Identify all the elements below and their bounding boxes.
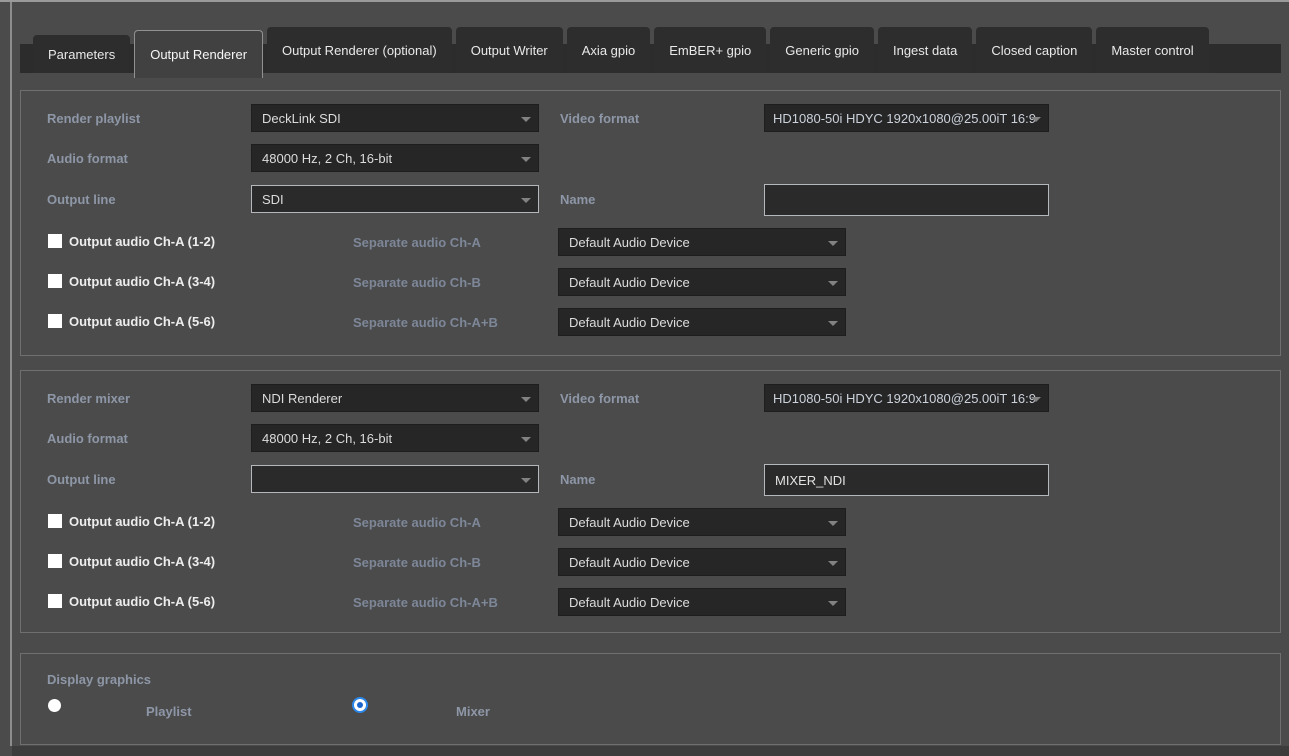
output-line-label: Output line bbox=[47, 192, 116, 207]
tab-generic-gpio[interactable]: Generic gpio bbox=[770, 27, 874, 73]
video-format-label: Video format bbox=[560, 111, 639, 126]
output-audio-ch-a-1-2-checkbox[interactable] bbox=[48, 514, 62, 528]
tab-master-control[interactable]: Master control bbox=[1096, 27, 1208, 73]
name-label: Name bbox=[560, 192, 595, 207]
separate-audio-ch-a-dropdown[interactable]: Default Audio Device bbox=[558, 508, 846, 536]
video-format-value: HD1080-50i HDYC 1920x1080@25.00iT 16:9 bbox=[773, 391, 1036, 406]
output-audio-ch-a-5-6-checkbox[interactable] bbox=[48, 594, 62, 608]
window-left-border bbox=[10, 2, 12, 746]
dropdown-arrow-icon bbox=[521, 397, 531, 402]
output-line-label: Output line bbox=[47, 472, 116, 487]
dropdown-arrow-icon bbox=[828, 321, 838, 326]
separate-audio-ch-a-b-dropdown[interactable]: Default Audio Device bbox=[558, 588, 846, 616]
mixer-radio-label: Mixer bbox=[456, 704, 490, 719]
video-format-value: HD1080-50i HDYC 1920x1080@25.00iT 16:9 bbox=[773, 111, 1036, 126]
render-playlist-value: DeckLink SDI bbox=[262, 111, 341, 126]
render-mixer-label: Render mixer bbox=[47, 391, 130, 406]
render-playlist-label: Render playlist bbox=[47, 111, 140, 126]
separate-audio-ch-a-label: Separate audio Ch-A bbox=[353, 235, 481, 250]
window-top-border bbox=[0, 0, 1289, 2]
dropdown-arrow-icon bbox=[521, 198, 531, 203]
dropdown-arrow-icon bbox=[828, 561, 838, 566]
tab-output-writer[interactable]: Output Writer bbox=[456, 27, 563, 73]
separate-audio-ch-a-value: Default Audio Device bbox=[569, 235, 690, 250]
audio-format-value: 48000 Hz, 2 Ch, 16-bit bbox=[262, 431, 392, 446]
window-bottom-strip bbox=[12, 746, 1289, 756]
output-audio-ch-a-1-2-label: Output audio Ch-A (1-2) bbox=[69, 234, 215, 249]
name-input[interactable] bbox=[764, 464, 1049, 496]
output-audio-ch-a-1-2-label: Output audio Ch-A (1-2) bbox=[69, 514, 215, 529]
separate-audio-ch-a-dropdown[interactable]: Default Audio Device bbox=[558, 228, 846, 256]
audio-format-label: Audio format bbox=[47, 431, 128, 446]
output-audio-ch-a-3-4-checkbox[interactable] bbox=[48, 274, 62, 288]
render-playlist-dropdown[interactable]: DeckLink SDI bbox=[251, 104, 539, 132]
render-mixer-value: NDI Renderer bbox=[262, 391, 342, 406]
output-audio-ch-a-5-6-checkbox[interactable] bbox=[48, 314, 62, 328]
name-input[interactable] bbox=[764, 184, 1049, 216]
dropdown-arrow-icon bbox=[521, 117, 531, 122]
output-audio-ch-a-3-4-label: Output audio Ch-A (3-4) bbox=[69, 554, 215, 569]
separate-audio-ch-b-dropdown[interactable]: Default Audio Device bbox=[558, 548, 846, 576]
display-graphics-panel: Display graphics Playlist Mixer bbox=[20, 653, 1281, 745]
separate-audio-ch-b-label: Separate audio Ch-B bbox=[353, 275, 481, 290]
separate-audio-ch-a-b-label: Separate audio Ch-A+B bbox=[353, 595, 498, 610]
dropdown-arrow-icon bbox=[828, 281, 838, 286]
dropdown-arrow-icon bbox=[521, 478, 531, 483]
dropdown-arrow-icon bbox=[828, 601, 838, 606]
tab-bar: Parameters Output Renderer Output Render… bbox=[33, 27, 1213, 78]
display-graphics-label: Display graphics bbox=[47, 672, 151, 687]
tab-output-renderer[interactable]: Output Renderer bbox=[134, 30, 263, 78]
separate-audio-ch-a-value: Default Audio Device bbox=[569, 515, 690, 530]
video-format-label: Video format bbox=[560, 391, 639, 406]
tab-parameters[interactable]: Parameters bbox=[33, 35, 130, 73]
tab-closed-caption[interactable]: Closed caption bbox=[976, 27, 1092, 73]
output-audio-ch-a-5-6-label: Output audio Ch-A (5-6) bbox=[69, 594, 215, 609]
output-audio-ch-a-3-4-checkbox[interactable] bbox=[48, 554, 62, 568]
audio-format-label: Audio format bbox=[47, 151, 128, 166]
separate-audio-ch-a-b-value: Default Audio Device bbox=[569, 595, 690, 610]
dropdown-arrow-icon bbox=[828, 241, 838, 246]
output-audio-ch-a-5-6-label: Output audio Ch-A (5-6) bbox=[69, 314, 215, 329]
separate-audio-ch-a-b-label: Separate audio Ch-A+B bbox=[353, 315, 498, 330]
playlist-radio-label: Playlist bbox=[146, 704, 192, 719]
playlist-radio[interactable] bbox=[48, 699, 61, 712]
audio-format-value: 48000 Hz, 2 Ch, 16-bit bbox=[262, 151, 392, 166]
render-mixer-dropdown[interactable]: NDI Renderer bbox=[251, 384, 539, 412]
output-audio-ch-a-1-2-checkbox[interactable] bbox=[48, 234, 62, 248]
audio-format-dropdown[interactable]: 48000 Hz, 2 Ch, 16-bit bbox=[251, 144, 539, 172]
output-line-value: SDI bbox=[262, 192, 284, 207]
output-line-dropdown[interactable]: SDI bbox=[251, 185, 539, 213]
tab-output-renderer-optional[interactable]: Output Renderer (optional) bbox=[267, 27, 452, 73]
separate-audio-ch-b-value: Default Audio Device bbox=[569, 275, 690, 290]
dropdown-arrow-icon bbox=[1031, 397, 1041, 402]
tab-ingest-data[interactable]: Ingest data bbox=[878, 27, 972, 73]
separate-audio-ch-b-dropdown[interactable]: Default Audio Device bbox=[558, 268, 846, 296]
output-line-dropdown[interactable] bbox=[251, 465, 539, 493]
dropdown-arrow-icon bbox=[828, 521, 838, 526]
video-format-dropdown[interactable]: HD1080-50i HDYC 1920x1080@25.00iT 16:9 bbox=[764, 104, 1049, 132]
video-format-dropdown[interactable]: HD1080-50i HDYC 1920x1080@25.00iT 16:9 bbox=[764, 384, 1049, 412]
separate-audio-ch-b-label: Separate audio Ch-B bbox=[353, 555, 481, 570]
render-playlist-panel: Render playlist DeckLink SDI Video forma… bbox=[20, 90, 1281, 356]
mixer-radio[interactable] bbox=[352, 697, 368, 713]
audio-format-dropdown[interactable]: 48000 Hz, 2 Ch, 16-bit bbox=[251, 424, 539, 452]
dropdown-arrow-icon bbox=[1031, 117, 1041, 122]
render-mixer-panel: Render mixer NDI Renderer Video format H… bbox=[20, 370, 1281, 633]
output-audio-ch-a-3-4-label: Output audio Ch-A (3-4) bbox=[69, 274, 215, 289]
name-label: Name bbox=[560, 472, 595, 487]
tab-ember-gpio[interactable]: EmBER+ gpio bbox=[654, 27, 766, 73]
dropdown-arrow-icon bbox=[521, 437, 531, 442]
separate-audio-ch-a-label: Separate audio Ch-A bbox=[353, 515, 481, 530]
separate-audio-ch-b-value: Default Audio Device bbox=[569, 555, 690, 570]
separate-audio-ch-a-b-value: Default Audio Device bbox=[569, 315, 690, 330]
dropdown-arrow-icon bbox=[521, 157, 531, 162]
tab-axia-gpio[interactable]: Axia gpio bbox=[567, 27, 650, 73]
separate-audio-ch-a-b-dropdown[interactable]: Default Audio Device bbox=[558, 308, 846, 336]
